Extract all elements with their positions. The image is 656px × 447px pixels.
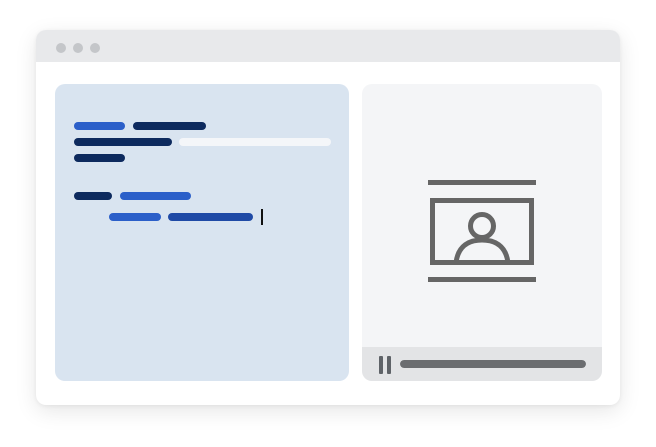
window-dot-icon[interactable]	[90, 43, 100, 53]
video-progress-bar[interactable]	[400, 360, 586, 368]
code-token	[74, 154, 125, 162]
code-token	[120, 192, 191, 200]
video-player-panel[interactable]	[362, 84, 602, 381]
code-token	[74, 122, 125, 130]
window-dot-icon[interactable]	[73, 43, 83, 53]
pause-icon[interactable]	[378, 356, 392, 374]
code-token	[133, 122, 206, 130]
code-line-highlight	[179, 138, 331, 146]
code-token	[168, 213, 253, 221]
presenter-screen-icon	[428, 180, 536, 282]
code-token	[74, 192, 112, 200]
video-progress-fill	[400, 360, 586, 368]
window-dot-icon[interactable]	[56, 43, 66, 53]
code-token	[74, 138, 172, 146]
code-token	[109, 213, 161, 221]
illustration-canvas	[0, 0, 656, 447]
video-controls-bar	[362, 347, 602, 381]
window-titlebar	[36, 30, 620, 62]
code-editor-panel[interactable]	[55, 84, 349, 381]
browser-window	[36, 30, 620, 405]
text-cursor	[261, 209, 263, 225]
